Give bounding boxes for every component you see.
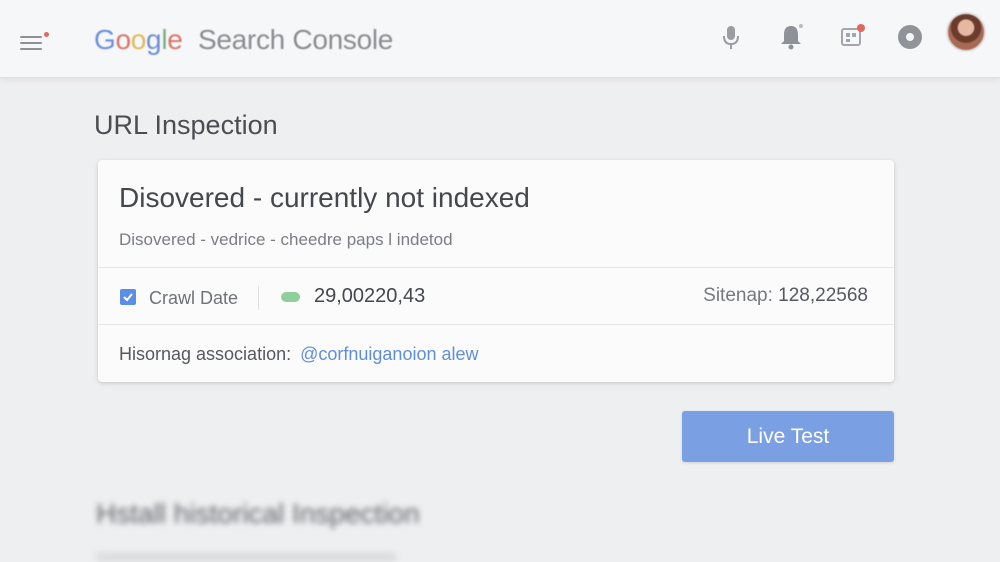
logo-letter: g bbox=[146, 24, 162, 55]
logo-letter: o bbox=[115, 24, 131, 55]
help-icon[interactable] bbox=[893, 20, 927, 54]
apps-icon[interactable] bbox=[836, 20, 870, 54]
avatar[interactable] bbox=[946, 12, 986, 52]
page-title: URL Inspection bbox=[94, 110, 278, 140]
bell-icon[interactable] bbox=[774, 20, 808, 54]
association-link[interactable]: @corfnuiganoion alew bbox=[300, 344, 478, 364]
sitemap-info: Sitenap: 128,22568 bbox=[703, 285, 868, 307]
index-status-title: Disovered - currently not indexed bbox=[119, 182, 530, 213]
status-indicator bbox=[281, 292, 300, 302]
live-test-button[interactable]: Live Test bbox=[682, 411, 894, 462]
association-row: Hisornag association: @corfnuiganoion al… bbox=[119, 344, 479, 365]
crawl-date-label: Crawl Date bbox=[149, 288, 239, 308]
historical-placeholder bbox=[96, 552, 396, 562]
crawl-date-checkbox[interactable] bbox=[120, 289, 136, 305]
check-icon bbox=[123, 293, 133, 302]
logo-letter: o bbox=[130, 24, 147, 55]
sitemap-label: Sitenap: bbox=[703, 285, 773, 306]
product-name: Search Console bbox=[198, 24, 394, 55]
divider bbox=[98, 267, 894, 268]
crawl-date-value: 29,00220,43 bbox=[314, 285, 426, 307]
vertical-divider bbox=[258, 286, 259, 310]
logo-letter: G bbox=[94, 24, 116, 55]
notification-dot bbox=[44, 32, 49, 37]
sitemap-value: 128,22568 bbox=[778, 285, 868, 306]
inspection-result-card: Disovered - currently not indexed Disove… bbox=[98, 160, 894, 382]
association-label: Hisornag association: bbox=[119, 344, 292, 364]
top-app-bar: Google Search Console bbox=[0, 0, 1000, 78]
app-logo[interactable]: Google Search Console bbox=[94, 24, 393, 56]
logo-letter: e bbox=[167, 24, 183, 55]
index-status-subtitle: Disovered - vedrice - cheedre paps l ind… bbox=[119, 230, 453, 249]
menu-icon[interactable] bbox=[20, 32, 50, 54]
historical-inspection-heading: Hstall historical Inspection bbox=[96, 498, 420, 529]
mic-icon[interactable] bbox=[714, 20, 748, 54]
divider bbox=[98, 324, 894, 325]
